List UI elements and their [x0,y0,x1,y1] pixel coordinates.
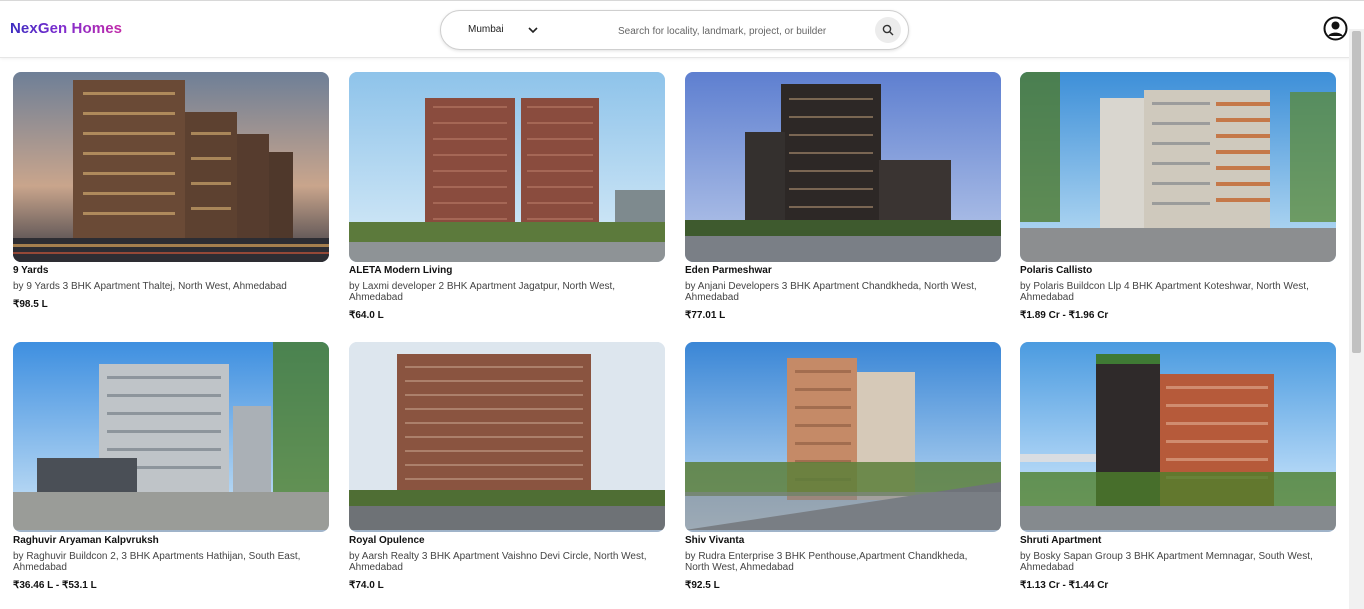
listing-description: by Polaris Buildcon Llp 4 BHK Apartment … [1020,281,1309,303]
property-image[interactable] [1020,342,1336,532]
listing-price: ₹1.13 Cr - ₹1.44 Cr [1020,580,1109,591]
listing-card[interactable]: Shiv Vivanta by Rudra Enterprise 3 BHK P… [685,342,1001,592]
listing-card[interactable]: Shruti Apartment by Bosky Sapan Group 3 … [1020,342,1336,592]
scrollbar-thumb[interactable] [1352,31,1361,353]
listing-card[interactable]: Polaris Callisto by Polaris Buildcon Llp… [1020,72,1336,322]
listing-description: by 9 Yards 3 BHK Apartment Thaltej, Nort… [13,281,287,292]
search-button[interactable] [875,17,901,43]
listing-price: ₹1.89 Cr - ₹1.96 Cr [1020,310,1109,321]
property-image[interactable] [349,72,665,262]
listing-title[interactable]: Polaris Callisto [1020,264,1336,277]
listing-card[interactable]: 9 Yards by 9 Yards 3 BHK Apartment Thalt… [13,72,329,311]
brand-logo[interactable]: NexGen Homes [10,20,122,37]
property-image[interactable] [13,342,329,532]
city-selector[interactable]: Mumbai [468,24,504,35]
listing-card[interactable]: Royal Opulence by Aarsh Realty 3 BHK Apa… [349,342,665,592]
listing-price: ₹74.0 L [349,580,384,591]
listing-card[interactable]: Eden Parmeshwar by Anjani Developers 3 B… [685,72,1001,322]
search-input[interactable] [616,20,865,42]
listing-description: by Laxmi developer 2 BHK Apartment Jagat… [349,281,616,303]
listing-card[interactable]: Raghuvir Aryaman Kalpvruksh by Raghuvir … [13,342,329,592]
listing-price: ₹64.0 L [349,310,384,321]
property-image[interactable] [685,72,1001,262]
property-image[interactable] [685,342,1001,532]
property-image[interactable] [349,342,665,532]
listing-description: by Raghuvir Buildcon 2, 3 BHK Apartments… [13,551,301,573]
listing-description: by Aarsh Realty 3 BHK Apartment Vaishno … [349,551,647,573]
listing-title[interactable]: Royal Opulence [349,534,665,547]
chevron-down-icon[interactable] [527,25,539,35]
listing-description: by Bosky Sapan Group 3 BHK Apartment Mem… [1020,551,1313,573]
listing-price: ₹92.5 L [685,580,720,591]
listing-card[interactable]: ALETA Modern Living by Laxmi developer 2… [349,72,665,322]
listing-title[interactable]: Raghuvir Aryaman Kalpvruksh [13,534,329,547]
listing-price: ₹36.46 L - ₹53.1 L [13,580,97,591]
listing-description: by Rudra Enterprise 3 BHK Penthouse,Apar… [685,551,968,573]
user-account-icon[interactable] [1323,16,1348,41]
top-header: NexGen Homes Mumbai [0,0,1364,58]
page-scrollbar[interactable] [1349,29,1364,609]
listing-title[interactable]: 9 Yards [13,264,329,277]
listing-title[interactable]: ALETA Modern Living [349,264,665,277]
search-bar: Mumbai [440,10,909,50]
search-icon [882,24,894,36]
listing-price: ₹77.01 L [685,310,726,321]
listing-title[interactable]: Eden Parmeshwar [685,264,1001,277]
listing-title[interactable]: Shruti Apartment [1020,534,1336,547]
property-image[interactable] [13,72,329,262]
listing-title[interactable]: Shiv Vivanta [685,534,1001,547]
property-image[interactable] [1020,72,1336,262]
listing-price: ₹98.5 L [13,299,48,310]
listing-description: by Anjani Developers 3 BHK Apartment Cha… [685,281,977,303]
